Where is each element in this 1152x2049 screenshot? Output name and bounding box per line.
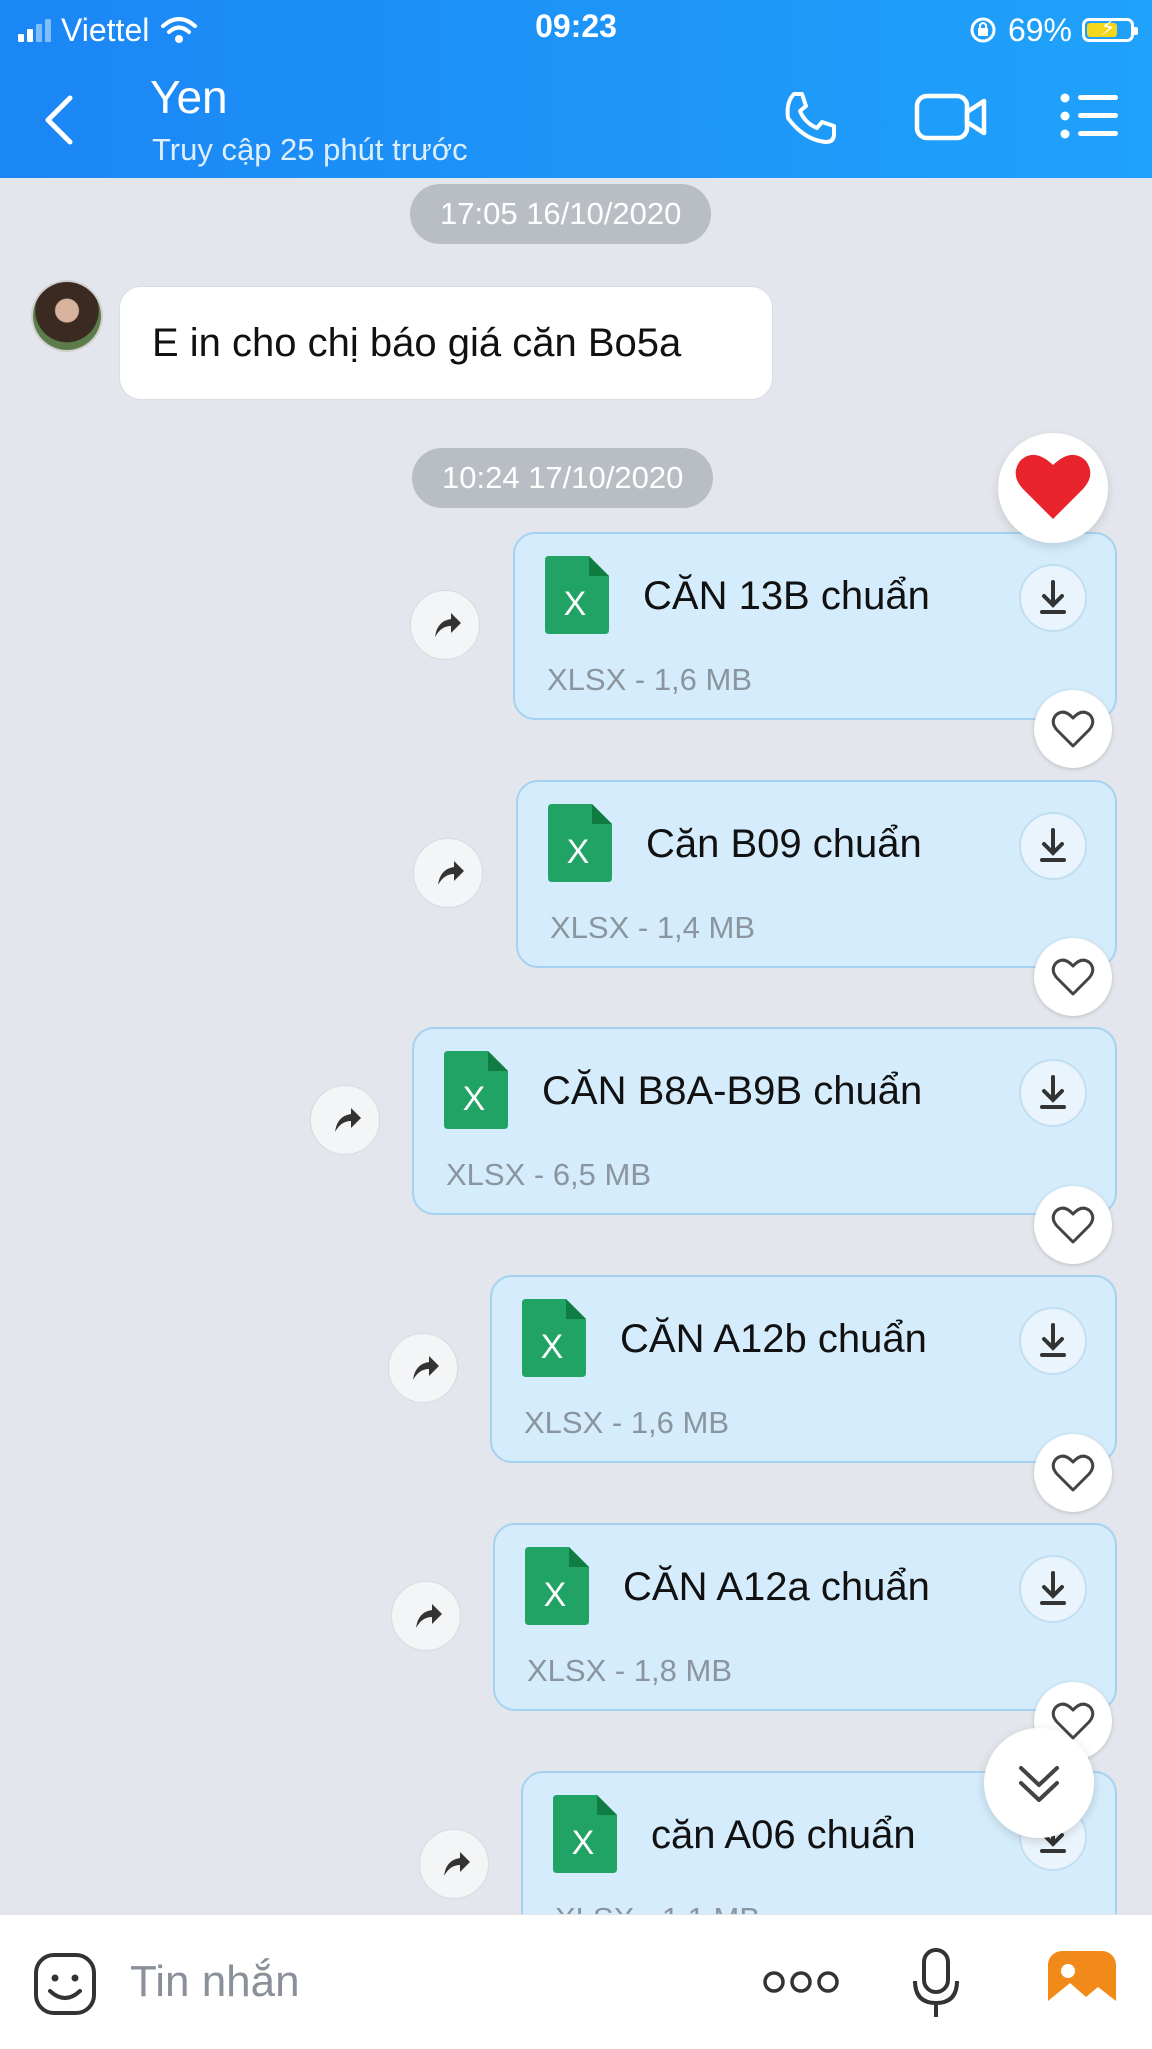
video-camera-icon xyxy=(914,93,987,141)
download-icon xyxy=(1040,580,1066,614)
download-icon xyxy=(1040,828,1066,862)
forward-button[interactable] xyxy=(413,838,483,908)
share-arrow-icon xyxy=(416,1604,442,1628)
heart-outline-icon xyxy=(1051,1206,1095,1244)
download-icon xyxy=(1040,1323,1066,1357)
download-button[interactable] xyxy=(1019,1555,1087,1623)
message-composer: Tin nhắn xyxy=(0,1914,1152,2049)
incoming-message-bubble[interactable]: E in cho chị báo giá căn Bo5a xyxy=(119,286,773,400)
download-button[interactable] xyxy=(1019,1307,1087,1375)
like-button[interactable] xyxy=(1034,1434,1112,1512)
download-button[interactable] xyxy=(1019,812,1087,880)
file-message-card[interactable]: X Căn B09 chuẩn XLSX - 1,4 MB xyxy=(516,780,1117,968)
share-arrow-icon xyxy=(444,1852,470,1876)
download-icon xyxy=(1040,1571,1066,1605)
battery-percent: 69% xyxy=(1007,11,1072,48)
send-image-button[interactable] xyxy=(1046,1949,1118,2022)
file-name: Căn B09 chuẩn xyxy=(646,822,922,866)
excel-file-icon: X xyxy=(545,556,609,634)
like-button[interactable] xyxy=(1034,690,1112,768)
svg-text:X: X xyxy=(463,1080,486,1118)
download-button[interactable] xyxy=(1019,1059,1087,1127)
file-meta: XLSX - 1,8 MB xyxy=(527,1653,733,1688)
share-arrow-icon xyxy=(435,613,461,637)
heart-reaction[interactable] xyxy=(998,433,1108,543)
voice-message-button[interactable] xyxy=(910,1947,962,2026)
share-arrow-icon xyxy=(413,1356,439,1380)
heart-outline-icon xyxy=(1051,958,1095,996)
file-name: CĂN A12b chuẩn xyxy=(620,1317,927,1361)
download-button[interactable] xyxy=(1019,564,1087,632)
file-name: CĂN A12a chuẩn xyxy=(623,1565,930,1609)
forward-button[interactable] xyxy=(310,1085,380,1155)
forward-button[interactable] xyxy=(419,1829,489,1899)
heart-outline-icon xyxy=(1051,1454,1095,1492)
timestamp-divider: 17:05 16/10/2020 xyxy=(410,184,712,244)
svg-text:X: X xyxy=(567,833,590,871)
call-button[interactable] xyxy=(780,88,840,153)
forward-button[interactable] xyxy=(410,590,480,660)
file-message-card[interactable]: X CĂN A12a chuẩn XLSX - 1,8 MB xyxy=(493,1523,1117,1711)
file-name: CĂN 13B chuẩn xyxy=(643,574,930,618)
heart-outline-icon xyxy=(1051,710,1095,748)
scroll-to-bottom-button[interactable] xyxy=(984,1728,1094,1838)
menu-button[interactable] xyxy=(1060,92,1120,145)
avatar[interactable] xyxy=(33,282,101,350)
file-meta: XLSX - 6,5 MB xyxy=(446,1157,652,1192)
status-right-group: 69% ⚡ xyxy=(968,8,1138,52)
share-arrow-icon xyxy=(335,1108,361,1132)
chat-header: Viettel 09:23 69% ⚡ Yen Truy cập 25 phút… xyxy=(0,0,1152,178)
double-chevron-down-icon xyxy=(1019,1766,1059,1802)
message-input[interactable]: Tin nhắn xyxy=(130,1957,300,2007)
svg-text:X: X xyxy=(544,1576,567,1614)
like-button[interactable] xyxy=(1034,1186,1112,1264)
contact-name[interactable]: Yen xyxy=(150,70,228,124)
more-options-button[interactable] xyxy=(762,1967,840,2002)
sticker-button[interactable] xyxy=(32,1951,98,2022)
rotation-lock-icon xyxy=(970,17,996,43)
back-button[interactable] xyxy=(30,84,90,154)
back-icon xyxy=(45,95,73,145)
file-message-card[interactable]: X CĂN B8A-B9B chuẩn XLSX - 6,5 MB xyxy=(412,1027,1117,1215)
svg-text:X: X xyxy=(541,1328,564,1366)
excel-file-icon: X xyxy=(525,1547,589,1625)
menu-list-icon xyxy=(1060,93,1118,139)
forward-button[interactable] xyxy=(391,1581,461,1651)
status-bar: Viettel 09:23 69% ⚡ xyxy=(0,0,1152,60)
excel-file-icon: X xyxy=(553,1795,617,1873)
more-horizontal-icon xyxy=(763,1971,839,1993)
contact-last-seen: Truy cập 25 phút trước xyxy=(152,132,468,167)
file-meta: XLSX - 1,6 MB xyxy=(547,662,753,697)
excel-file-icon: X xyxy=(444,1051,508,1129)
microphone-icon xyxy=(913,1948,959,2017)
file-name: căn A06 chuẩn xyxy=(651,1813,916,1857)
file-message-card[interactable]: X CĂN A12b chuẩn XLSX - 1,6 MB xyxy=(490,1275,1117,1463)
sticker-icon xyxy=(34,1953,96,2015)
excel-file-icon: X xyxy=(548,804,612,882)
svg-text:X: X xyxy=(572,1824,595,1862)
download-icon xyxy=(1040,1075,1066,1109)
like-button[interactable] xyxy=(1034,938,1112,1016)
file-name: CĂN B8A-B9B chuẩn xyxy=(542,1069,923,1113)
heart-icon xyxy=(1015,454,1091,519)
share-arrow-icon xyxy=(438,861,464,885)
forward-button[interactable] xyxy=(388,1333,458,1403)
timestamp-divider: 10:24 17/10/2020 xyxy=(412,448,714,508)
file-message-card[interactable]: X CĂN 13B chuẩn XLSX - 1,6 MB xyxy=(513,532,1117,720)
image-gallery-icon xyxy=(1048,1951,1116,2015)
video-call-button[interactable] xyxy=(914,92,988,147)
svg-text:X: X xyxy=(564,585,587,623)
battery-icon: ⚡ xyxy=(1082,15,1138,42)
file-meta: XLSX - 1,4 MB xyxy=(550,910,756,945)
file-meta: XLSX - 1,6 MB xyxy=(524,1405,730,1440)
phone-icon xyxy=(785,92,836,144)
excel-file-icon: X xyxy=(522,1299,586,1377)
